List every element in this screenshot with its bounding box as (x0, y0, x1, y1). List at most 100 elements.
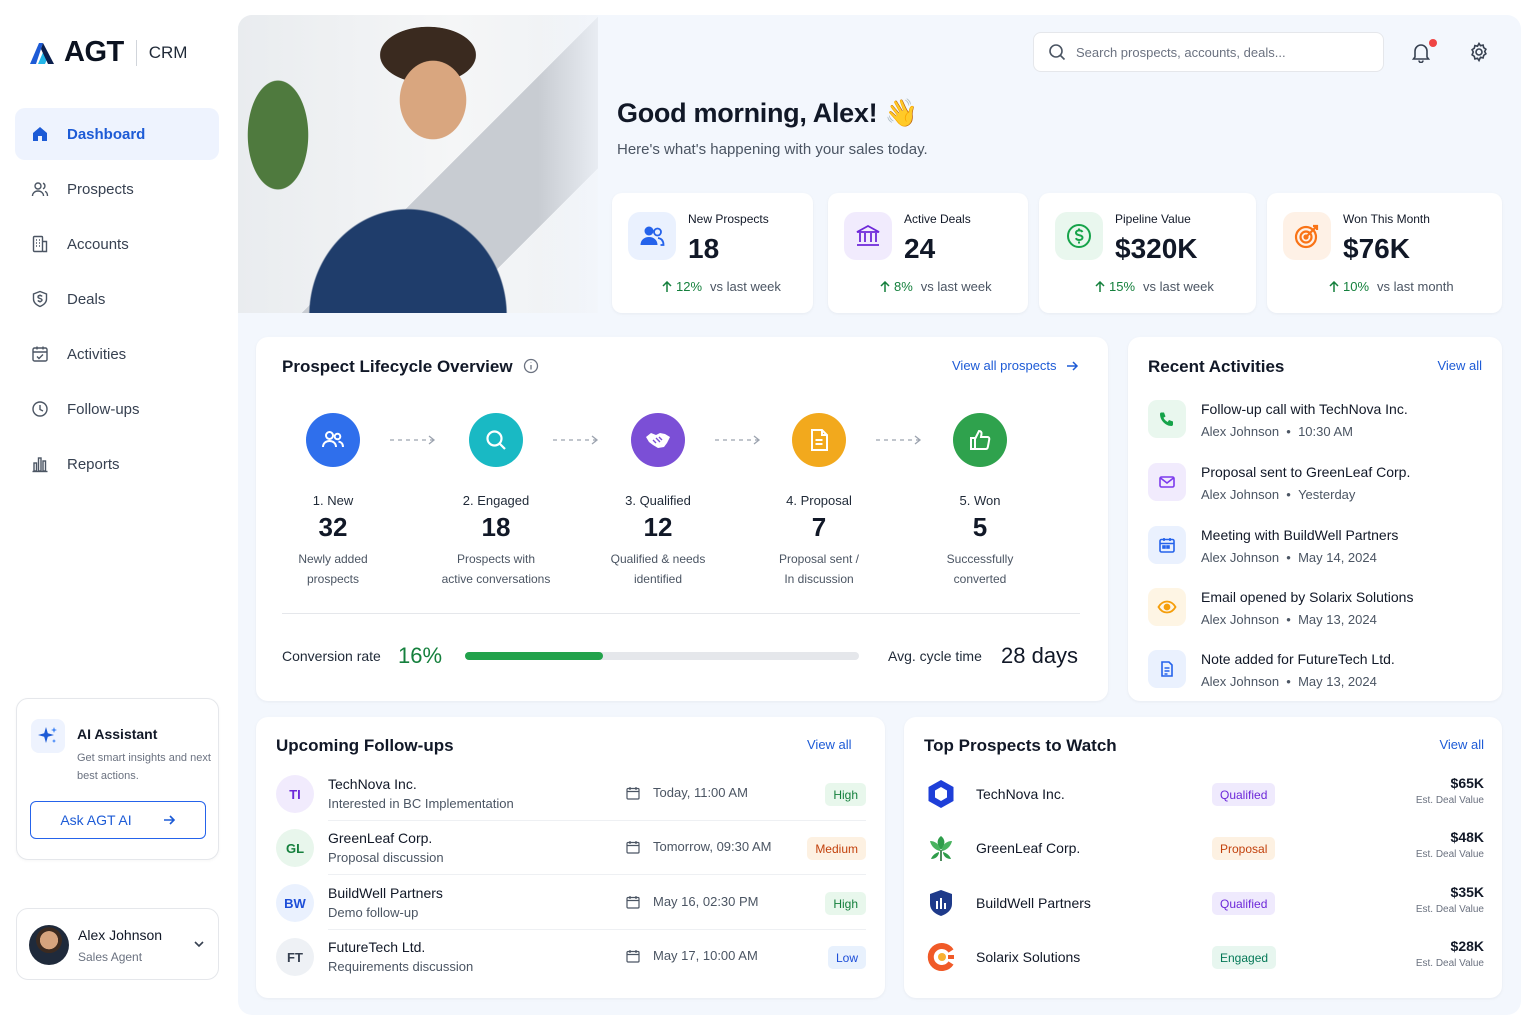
followup-row[interactable]: TI TechNova Inc. Interested in BC Implem… (276, 767, 866, 821)
stage-proposal[interactable]: 4. Proposal 7 Proposal sent / In discussi… (749, 413, 889, 589)
sidebar-item-label: Prospects (67, 180, 134, 198)
chevron-down-icon[interactable] (192, 937, 206, 951)
stage-count: 5 (972, 512, 988, 542)
stage-desc-line: Successfully (946, 552, 1014, 566)
stage-count: 18 (481, 512, 511, 542)
users-icon (31, 180, 49, 198)
mail-icon (1148, 463, 1186, 501)
sidebar-item-reports[interactable]: Reports (15, 438, 219, 490)
lifecycle-title: Prospect Lifecycle Overview (282, 357, 539, 377)
sidebar-item-prospects[interactable]: Prospects (15, 163, 219, 215)
followup-date: Today, 11:00 AM (626, 785, 748, 800)
activity-item[interactable]: Email opened by Solarix Solutions Alex J… (1148, 585, 1488, 635)
stat-delta: 10% vs last month (1329, 279, 1454, 294)
home-icon (31, 125, 49, 143)
hero-photo-fade (538, 15, 618, 313)
target-icon (1283, 212, 1331, 260)
sidebar-item-activities[interactable]: Activities (15, 328, 219, 380)
stage-new[interactable]: 1. New 32 Newly added prospects (263, 413, 403, 589)
stage-desc-line: identified (633, 572, 683, 586)
eye-icon (1148, 588, 1186, 626)
sidebar-item-followups[interactable]: Follow-ups (15, 383, 219, 435)
sidebar-item-deals[interactable]: Deals (15, 273, 219, 325)
search-bar[interactable] (1033, 32, 1384, 72)
sidebar-item-label: Dashboard (67, 125, 146, 143)
stat-card-won-this-month[interactable]: Won This Month $76K 10% vs last month (1267, 193, 1502, 313)
ask-ai-label: Ask AGT AI (60, 812, 132, 828)
upcoming-followups-card: Upcoming Follow-ups View all TI TechNova… (256, 717, 885, 998)
followup-row[interactable]: FT FutureTech Ltd. Requirements discussi… (276, 930, 866, 984)
prospect-row[interactable]: TechNova Inc. Qualified $65K Est. Deal V… (924, 767, 1484, 821)
view-all-followups-link[interactable]: View all (807, 737, 852, 752)
activity-item[interactable]: Follow-up call with TechNova Inc. Alex J… (1148, 397, 1488, 447)
stage-name: 3. Qualified (625, 493, 691, 508)
activity-owner: Alex Johnson (1201, 674, 1280, 689)
calendar-icon (626, 895, 640, 909)
stage-engaged[interactable]: 2. Engaged 18 Prospects with active conve… (426, 413, 566, 589)
followup-date-text: Today, 11:00 AM (653, 785, 748, 800)
prospect-name: TechNova Inc. (976, 786, 1065, 802)
deal-value: $35K (1450, 884, 1484, 900)
stat-card-pipeline-value[interactable]: Pipeline Value $320K 15% vs last week (1039, 193, 1256, 313)
thumbs-up-icon (953, 413, 1007, 467)
arrow-up-icon (662, 280, 672, 292)
activity-meta: Alex Johnson • Yesterday (1201, 487, 1356, 502)
followup-date-text: May 16, 02:30 PM (653, 894, 759, 909)
stat-delta-percent: 8% (894, 279, 913, 294)
stat-card-new-prospects[interactable]: New Prospects 18 12% vs last week (612, 193, 813, 313)
view-all-activities-link[interactable]: View all (1437, 358, 1482, 373)
prospect-row[interactable]: BuildWell Partners Qualified $35K Est. D… (924, 876, 1484, 930)
followup-desc: Interested in BC Implementation (328, 796, 514, 811)
activity-title: Email opened by Solarix Solutions (1201, 589, 1414, 605)
activity-time: May 13, 2024 (1298, 674, 1377, 689)
note-icon (1148, 650, 1186, 688)
prospect-row[interactable]: GreenLeaf Corp. Proposal $48K Est. Deal … (924, 821, 1484, 875)
followup-row[interactable]: GL GreenLeaf Corp. Proposal discussion T… (276, 821, 866, 875)
stage-won[interactable]: 5. Won 5 Successfully converted (910, 413, 1050, 589)
main-content: Good morning, Alex! 👋 Here's what's happ… (238, 15, 1521, 1015)
activity-item[interactable]: Meeting with BuildWell Partners Alex Joh… (1148, 523, 1488, 573)
hexagon-logo-icon (928, 780, 954, 808)
conversion-rate-label: Conversion rate (282, 648, 381, 664)
search-input[interactable] (1076, 44, 1366, 60)
followups-title: Upcoming Follow-ups (276, 736, 454, 755)
sparkle-icon (31, 719, 65, 753)
stage-desc-line: converted (953, 572, 1007, 586)
user-role: Sales Agent (78, 950, 143, 964)
activity-owner: Alex Johnson (1201, 550, 1280, 565)
stat-card-active-deals[interactable]: Active Deals 24 8% vs last week (828, 193, 1028, 313)
activity-item[interactable]: Proposal sent to GreenLeaf Corp. Alex Jo… (1148, 460, 1488, 510)
gear-icon[interactable] (1468, 41, 1490, 63)
stat-delta-period: vs last week (1143, 279, 1214, 294)
activity-meta: Alex Johnson • May 14, 2024 (1201, 550, 1377, 565)
stage-count: 7 (811, 512, 827, 542)
calendar-icon (1148, 526, 1186, 564)
brand-logo[interactable]: AGT CRM (28, 36, 187, 69)
recent-activities-card: Recent Activities View all Follow-up cal… (1128, 337, 1502, 701)
stage-desc-line: Newly added (298, 552, 368, 566)
stage-name: 1. New (312, 493, 354, 508)
clock-icon (31, 400, 49, 418)
view-all-top-prospects-link[interactable]: View all (1439, 737, 1484, 752)
followup-row[interactable]: BW BuildWell Partners Demo follow-up May… (276, 876, 866, 930)
sidebar-item-accounts[interactable]: Accounts (15, 218, 219, 270)
ask-ai-button[interactable]: Ask AGT AI (30, 801, 206, 839)
stage-desc-line: Prospects with (456, 552, 536, 566)
stage-badge: Qualified (1212, 783, 1276, 806)
activity-item[interactable]: Note added for FutureTech Ltd. Alex John… (1148, 647, 1488, 697)
stage-qualified[interactable]: 3. Qualified 12 Qualified & needs identif… (588, 413, 728, 589)
arrow-right-icon (1066, 360, 1078, 371)
user-menu[interactable]: Alex Johnson Sales Agent (16, 908, 219, 980)
activity-time: May 13, 2024 (1298, 612, 1377, 627)
followup-date: May 17, 10:00 AM (626, 948, 758, 963)
prospect-row[interactable]: Solarix Solutions Engaged $28K Est. Deal… (924, 930, 1484, 984)
conversion-progress-track (465, 652, 859, 660)
stage-desc-line: In discussion (784, 572, 854, 586)
deal-value: $48K (1450, 829, 1484, 845)
view-all-prospects-link[interactable]: View all prospects (952, 358, 1079, 373)
info-icon[interactable] (523, 358, 539, 374)
sidebar-item-dashboard[interactable]: Dashboard (15, 108, 219, 160)
stage-count: 32 (318, 512, 348, 542)
agt-logo-icon (30, 42, 54, 64)
bar-chart-icon (31, 455, 49, 473)
